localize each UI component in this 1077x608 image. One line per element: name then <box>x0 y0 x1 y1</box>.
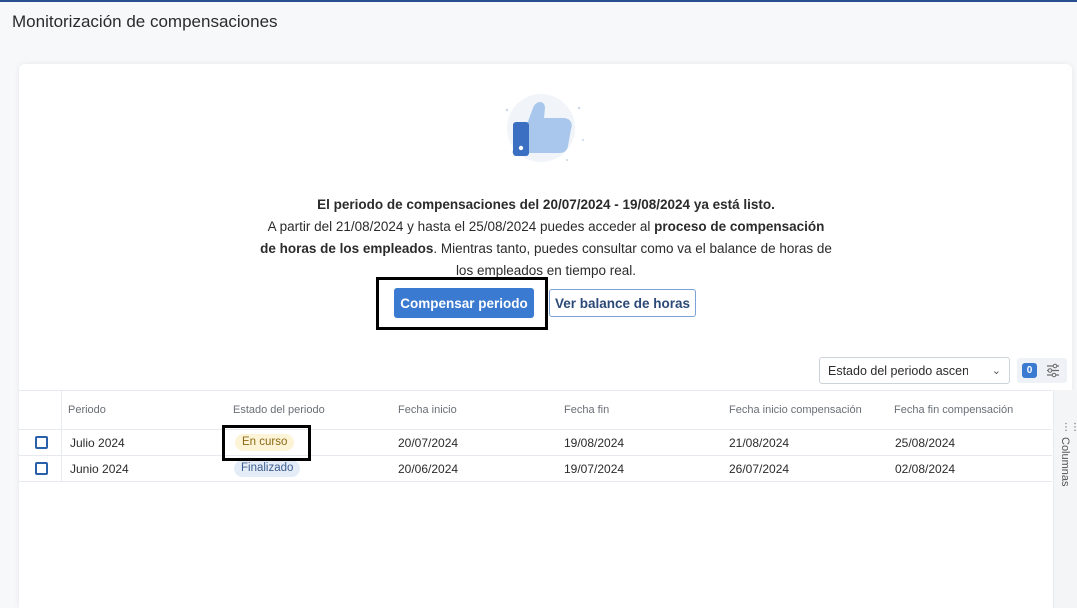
cell-fecha-fin-compensacion: 25/08/2024 <box>895 436 956 450</box>
header-fecha-inicio-compensacion[interactable]: Fecha inicio compensación <box>729 404 862 416</box>
filter-count-badge: 0 <box>1022 363 1037 378</box>
compensar-periodo-button[interactable]: Compensar periodo <box>394 288 534 318</box>
cell-fecha-fin-compensacion: 02/08/2024 <box>895 462 956 476</box>
filter-button[interactable]: 0 <box>1017 358 1067 383</box>
period-ready-headline: El periodo de compensaciones del 20/07/2… <box>317 197 775 212</box>
cell-periodo: Julio 2024 <box>70 436 125 450</box>
columns-side-panel[interactable]: ⋮⋮ Columnas <box>1053 390 1077 608</box>
header-fecha-fin[interactable]: Fecha fin <box>564 404 609 416</box>
cell-fecha-inicio: 20/07/2024 <box>398 436 459 450</box>
status-badge: En curso <box>235 434 295 451</box>
description-text-start: A partir del 21/08/2024 y hasta el 25/08… <box>267 219 655 234</box>
row-checkbox[interactable] <box>35 462 48 475</box>
sort-select-value: Estado del periodo ascendente <box>828 364 968 378</box>
thumbs-up-icon <box>505 94 584 162</box>
columns-panel-label: Columnas <box>1059 437 1071 487</box>
table-row[interactable]: Julio 2024 En curso 20/07/2024 19/08/202… <box>19 430 1052 456</box>
row-checkbox[interactable] <box>35 436 48 449</box>
header-estado[interactable]: Estado del periodo <box>233 404 325 416</box>
table-row[interactable]: Junio 2024 Finalizado 20/06/2024 19/07/2… <box>19 456 1052 482</box>
header-fecha-fin-compensacion[interactable]: Fecha fin compensación <box>894 404 1013 416</box>
header-periodo[interactable]: Periodo <box>68 404 106 416</box>
table-header: Periodo Estado del periodo Fecha inicio … <box>19 390 1052 430</box>
period-ready-message: El periodo de compensaciones del 20/07/2… <box>260 194 832 282</box>
sort-select[interactable]: Estado del periodo ascendente ⌄ <box>819 357 1010 384</box>
period-ready-description: A partir del 21/08/2024 y hasta el 25/08… <box>260 216 832 282</box>
description-text-end: . Mientras tanto, puedes consultar como … <box>433 241 832 278</box>
periods-table: Periodo Estado del periodo Fecha inicio … <box>19 390 1052 482</box>
cell-periodo: Junio 2024 <box>70 462 129 476</box>
sliders-icon <box>1047 363 1059 378</box>
cell-fecha-inicio-compensacion: 26/07/2024 <box>729 462 790 476</box>
header-fecha-inicio[interactable]: Fecha inicio <box>398 404 457 416</box>
page-title: Monitorización de compensaciones <box>12 12 278 31</box>
cell-fecha-fin: 19/07/2024 <box>564 462 625 476</box>
cell-fecha-inicio: 20/06/2024 <box>398 462 459 476</box>
top-accent-line <box>0 0 1077 2</box>
cell-fecha-fin: 19/08/2024 <box>564 436 625 450</box>
cell-fecha-inicio-compensacion: 21/08/2024 <box>729 436 790 450</box>
grid-icon: ⋮⋮ <box>1061 422 1077 433</box>
status-badge: Finalizado <box>234 460 301 477</box>
ver-balance-button[interactable]: Ver balance de horas <box>549 289 696 317</box>
chevron-down-icon: ⌄ <box>991 365 1001 377</box>
